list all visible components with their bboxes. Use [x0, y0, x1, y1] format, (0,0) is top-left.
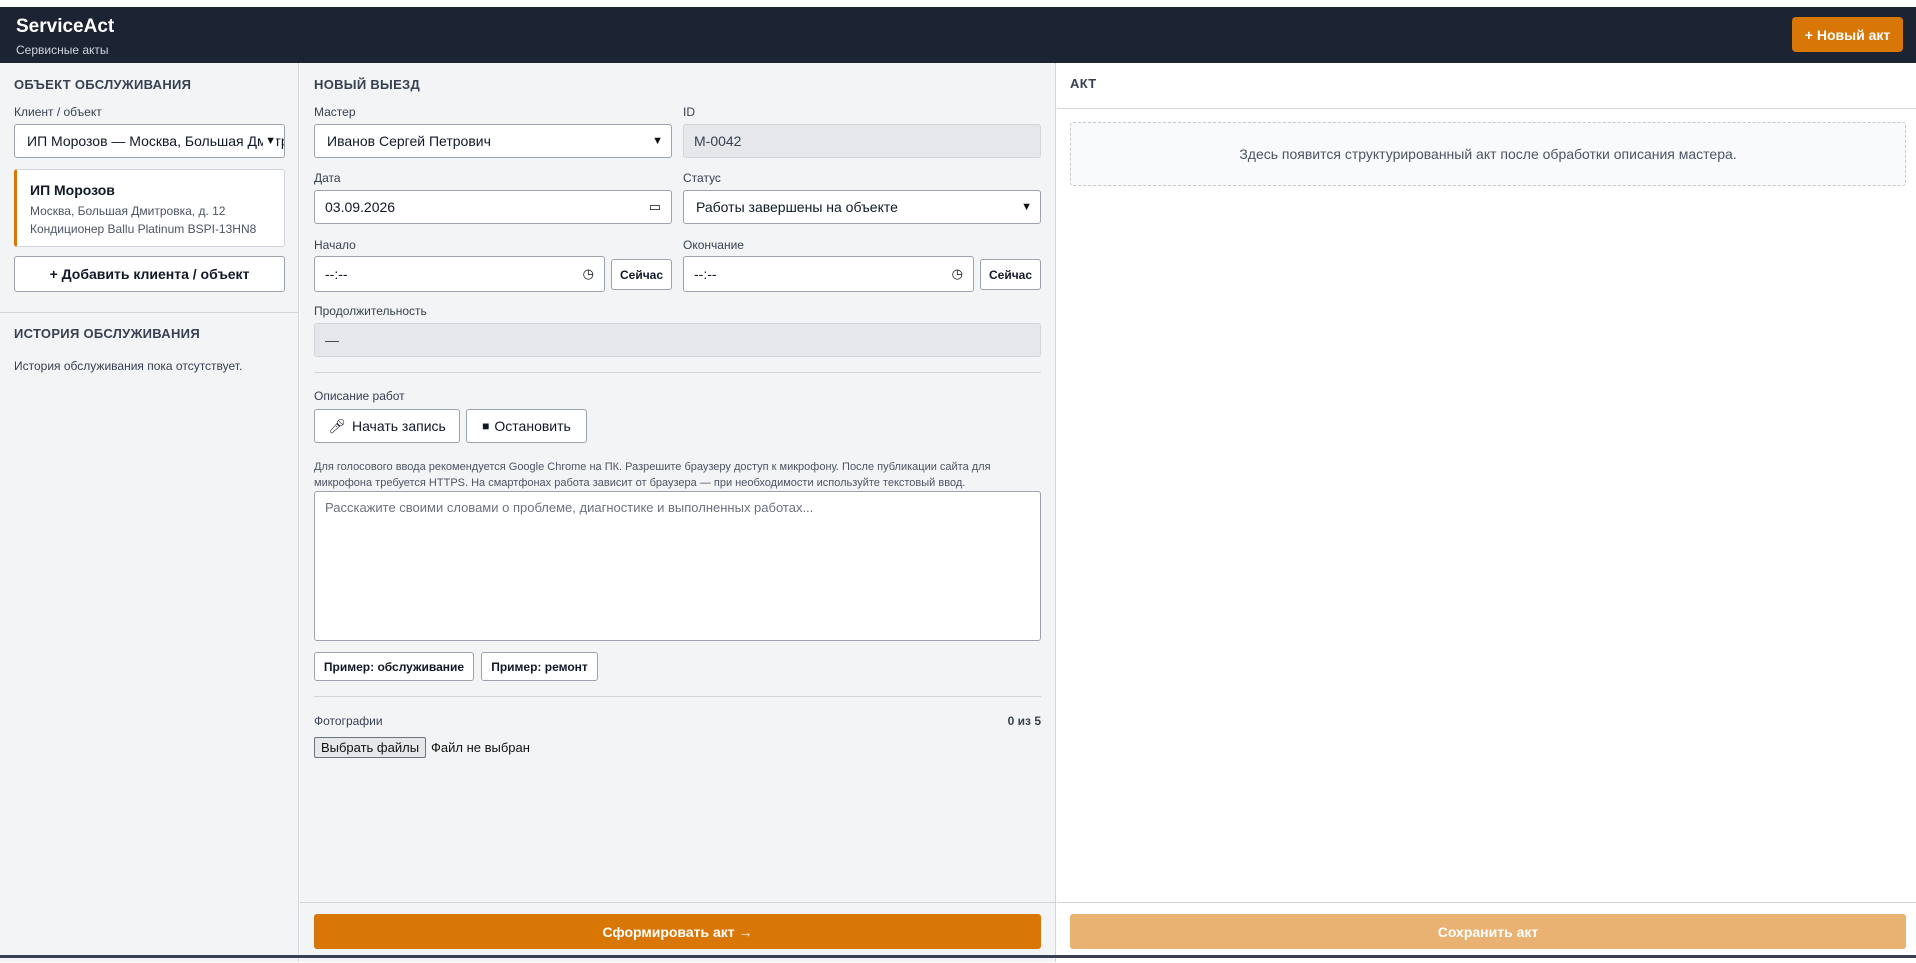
- date-input[interactable]: 03.09.2026 ▭: [314, 190, 672, 224]
- master-select[interactable]: Иванов Сергей Петрович ▼: [314, 124, 672, 158]
- app-title: ServiceAct: [16, 16, 115, 37]
- example-repair-button[interactable]: Пример: ремонт: [481, 652, 598, 681]
- client-equipment: Кондиционер Ballu Platinum BSPI-13HN8: [30, 222, 257, 236]
- form-section-title: НОВЫЙ ВЫЕЗД: [314, 77, 421, 92]
- calendar-icon[interactable]: ▭: [649, 199, 661, 215]
- photos-count: 0 из 5: [1007, 714, 1041, 728]
- description-textarea[interactable]: Расскажите своими словами о проблеме, ди…: [314, 491, 1041, 641]
- client-address: Москва, Большая Дмитровка, д. 12: [30, 204, 226, 218]
- object-section-title: ОБЪЕКТ ОБСЛУЖИВАНИЯ: [14, 77, 192, 92]
- client-label: Клиент / объект: [14, 105, 102, 119]
- chevron-down-icon: ▼: [1019, 201, 1032, 213]
- window-bottom-edge: [0, 955, 1916, 958]
- id-field: M-0042: [683, 124, 1041, 158]
- clock-icon[interactable]: ◷: [583, 266, 594, 282]
- client-select[interactable]: ИП Морозов — Москва, Большая Дмитровка, …: [14, 124, 285, 158]
- chevron-down-icon: ▼: [650, 135, 663, 147]
- act-placeholder: Здесь появится структурированный акт пос…: [1070, 122, 1906, 186]
- photos-label: Фотографии: [314, 714, 383, 728]
- act-panel: АКТ Здесь появится структурированный акт…: [1057, 63, 1916, 962]
- divider: [1057, 108, 1916, 109]
- date-label: Дата: [314, 171, 341, 185]
- duration-field: —: [314, 323, 1041, 357]
- stop-icon: ■: [482, 419, 490, 433]
- visit-form-panel: НОВЫЙ ВЫЕЗД Мастер Иванов Сергей Петрови…: [300, 63, 1056, 962]
- history-empty-text: История обслуживания пока отсутствует.: [14, 359, 243, 373]
- date-value: 03.09.2026: [325, 199, 396, 215]
- divider: [0, 312, 299, 313]
- act-title: АКТ: [1070, 76, 1097, 91]
- voice-input-help: Для голосового ввода рекомендуется Googl…: [314, 461, 991, 489]
- client-select-value: ИП Морозов — Москва, Большая Дмитровка, …: [27, 133, 284, 149]
- start-now-button[interactable]: Сейчас: [611, 259, 672, 290]
- id-value: M-0042: [694, 133, 742, 149]
- example-service-button[interactable]: Пример: обслуживание: [314, 652, 474, 681]
- end-time-input[interactable]: --:-- ◷: [683, 256, 974, 292]
- new-act-button[interactable]: + Новый акт: [1792, 17, 1903, 52]
- selected-client-card[interactable]: ИП Морозов Москва, Большая Дмитровка, д.…: [14, 169, 285, 247]
- duration-value: —: [325, 332, 339, 348]
- status-select-value: Работы завершены на объекте: [696, 199, 898, 215]
- end-label: Окончание: [683, 238, 744, 252]
- no-file-text: Файл не выбран: [431, 740, 530, 755]
- divider: [300, 902, 1055, 903]
- start-record-label: Начать запись: [351, 418, 446, 434]
- history-section-title: ИСТОРИЯ ОБСЛУЖИВАНИЯ: [14, 326, 200, 341]
- master-select-value: Иванов Сергей Петрович: [327, 133, 491, 149]
- description-placeholder: Расскажите своими словами о проблеме, ди…: [325, 500, 814, 515]
- divider: [1057, 902, 1916, 903]
- start-time-value: --:--: [325, 266, 348, 282]
- generate-act-button[interactable]: Сформировать акт →: [314, 914, 1041, 949]
- chevron-down-icon: ▼: [263, 135, 276, 147]
- clock-icon[interactable]: ◷: [952, 266, 963, 282]
- app-subtitle: Сервисные акты: [16, 43, 109, 57]
- microphone-icon: 🎤︎: [328, 417, 346, 434]
- divider: [314, 372, 1041, 373]
- start-label: Начало: [314, 238, 356, 252]
- start-record-button[interactable]: 🎤︎ Начать запись: [314, 409, 460, 443]
- stop-record-button[interactable]: ■ Остановить: [466, 409, 587, 443]
- start-time-input[interactable]: --:-- ◷: [314, 256, 605, 292]
- end-time-value: --:--: [694, 266, 717, 282]
- left-panel: ОБЪЕКТ ОБСЛУЖИВАНИЯ Клиент / объект ИП М…: [0, 63, 299, 962]
- divider: [314, 696, 1041, 697]
- stop-record-label: Остановить: [494, 418, 571, 434]
- status-label: Статус: [683, 171, 721, 185]
- description-label: Описание работ: [314, 389, 405, 403]
- add-client-button[interactable]: + Добавить клиента / объект: [14, 256, 285, 292]
- status-select[interactable]: Работы завершены на объекте ▼: [683, 190, 1041, 224]
- top-bar: ServiceAct Сервисные акты + Новый акт: [0, 7, 1916, 63]
- choose-files-button[interactable]: Выбрать файлы: [314, 737, 426, 758]
- save-act-button[interactable]: Сохранить акт: [1070, 914, 1906, 949]
- id-label: ID: [683, 105, 695, 119]
- end-now-button[interactable]: Сейчас: [980, 259, 1041, 290]
- client-name: ИП Морозов: [30, 182, 115, 198]
- app-root: ServiceAct Сервисные акты + Новый акт ОБ…: [0, 7, 1916, 962]
- master-label: Мастер: [314, 105, 356, 119]
- duration-label: Продолжительность: [314, 304, 427, 318]
